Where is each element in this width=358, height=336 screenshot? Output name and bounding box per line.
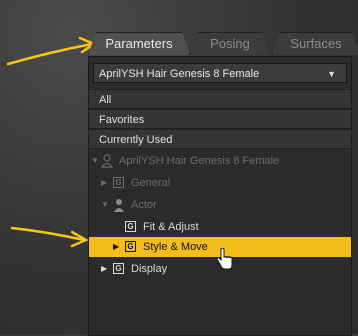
expand-arrow-icon[interactable]: ▶ xyxy=(101,173,107,193)
filter-all[interactable]: All xyxy=(89,89,351,109)
tree-item-label: Fit & Adjust xyxy=(143,221,199,233)
group-icon: G xyxy=(125,221,136,232)
tab-posing[interactable]: Posing xyxy=(190,32,270,55)
tree-root-node[interactable]: ▼ AprilYSH Hair Genesis 8 Female xyxy=(89,151,351,171)
expand-arrow-icon[interactable]: ▼ xyxy=(91,151,99,171)
filter-currently-used[interactable]: Currently Used xyxy=(89,129,351,149)
tree-item-label: Actor xyxy=(131,199,157,211)
tree-item-general[interactable]: ▶ G General xyxy=(89,173,351,193)
chevron-down-icon[interactable]: ▼ xyxy=(327,64,336,84)
node-selector-dropdown[interactable]: AprilYSH Hair Genesis 8 Female ▼ xyxy=(93,63,347,83)
arrow-to-style-move xyxy=(10,226,89,248)
tree-item-actor[interactable]: ▼ Actor xyxy=(89,195,351,215)
pane-tabs: Parameters Posing Surfaces xyxy=(88,32,358,56)
group-icon: G xyxy=(125,241,136,252)
group-icon: G xyxy=(113,263,124,274)
tree-item-fit-adjust[interactable]: G Fit & Adjust xyxy=(89,217,351,237)
figure-node-icon xyxy=(101,154,113,168)
tab-parameters[interactable]: Parameters xyxy=(88,32,190,55)
parameters-panel: AprilYSH Hair Genesis 8 Female ▼ All Fav… xyxy=(88,56,352,336)
tree-item-label: General xyxy=(131,177,171,189)
tree-item-label: Style & Move xyxy=(143,241,208,253)
dropdown-value: AprilYSH Hair Genesis 8 Female xyxy=(99,68,260,80)
tree-root-label: AprilYSH Hair Genesis 8 Female xyxy=(119,155,280,167)
expand-arrow-icon[interactable]: ▶ xyxy=(113,237,119,257)
expand-arrow-icon[interactable]: ▼ xyxy=(101,195,109,215)
filter-favorites[interactable]: Favorites xyxy=(89,109,351,129)
expand-arrow-icon[interactable]: ▶ xyxy=(101,259,107,279)
tree-item-label: Display xyxy=(131,263,168,275)
hand-cursor-icon xyxy=(216,248,233,270)
arrow-to-parameters-tab xyxy=(6,36,97,66)
group-icon: G xyxy=(113,177,124,188)
actor-icon xyxy=(114,199,124,212)
tab-surfaces[interactable]: Surfaces xyxy=(272,32,358,55)
